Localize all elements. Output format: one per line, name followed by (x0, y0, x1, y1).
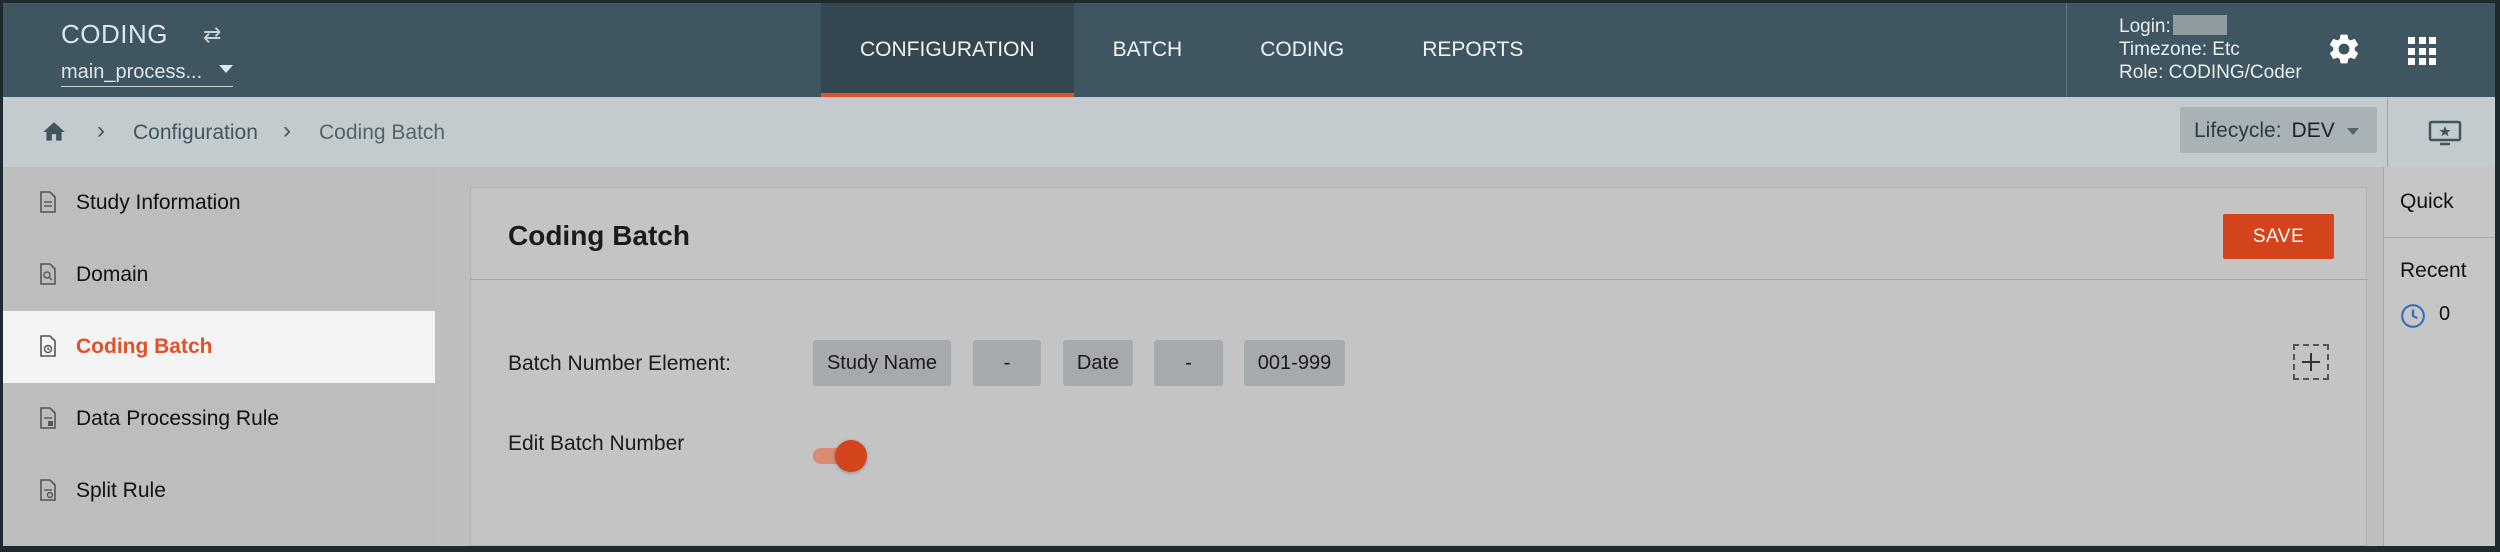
main-nav: CONFIGURATION BATCH CODING REPORTS (821, 3, 1562, 97)
quick-link[interactable]: Quick (2400, 190, 2454, 214)
timezone-text: Timezone: Etc (2119, 39, 2240, 60)
divider (2387, 97, 2388, 167)
lifecycle-label: Lifecycle: (2194, 119, 2282, 142)
sidebar-item-split-rule[interactable]: Split Rule (3, 455, 435, 527)
sidebar-item-label: Split Rule (76, 479, 166, 502)
redacted-login (2172, 15, 2227, 35)
top-bar: CODING ⇄ main_process... CONFIGURATION B… (3, 3, 2495, 97)
main-content: Coding Batch SAVE Batch Number Element: … (435, 167, 2383, 546)
coding-batch-card: Coding Batch SAVE Batch Number Element: … (470, 187, 2368, 546)
save-button[interactable]: SAVE (2223, 214, 2334, 259)
process-selector[interactable]: main_process... (61, 61, 233, 87)
chevron-down-icon (2347, 128, 2359, 135)
login-label: Login: (2119, 16, 2171, 37)
recent-label: Recent (2400, 259, 2467, 282)
app-brand: CODING (61, 19, 168, 49)
divider (2066, 3, 2067, 97)
swap-icon[interactable]: ⇄ (203, 22, 221, 48)
batch-chip-study-name[interactable]: Study Name (813, 340, 951, 386)
divider (2384, 237, 2495, 238)
document-rule-icon (40, 407, 56, 429)
document-split-icon (40, 479, 56, 501)
tab-coding[interactable]: CODING (1221, 3, 1383, 97)
batch-number-label: Batch Number Element: (508, 352, 731, 375)
batch-chip-separator[interactable]: - (973, 340, 1041, 386)
sidebar-item-study-information[interactable]: Study Information (3, 167, 435, 239)
add-element-icon[interactable] (2293, 344, 2329, 380)
lifecycle-selector[interactable]: Lifecycle: DEV (2180, 107, 2377, 153)
breadcrumb-configuration[interactable]: Configuration (133, 121, 258, 145)
app-window: CODING ⇄ main_process... CONFIGURATION B… (3, 3, 2495, 546)
tab-reports[interactable]: REPORTS (1383, 3, 1562, 97)
recent-count: 0 (2439, 303, 2451, 325)
page-title: Coding Batch (508, 220, 690, 251)
sidebar-item-data-processing-rule[interactable]: Data Processing Rule (3, 383, 435, 455)
batch-chip-sequence[interactable]: 001-999 (1244, 340, 1345, 386)
sidebar-item-label: Coding Batch (76, 335, 213, 358)
document-clock-icon (40, 335, 56, 357)
breadcrumb-bar: › Configuration › Coding Batch Lifecycle… (3, 97, 2495, 167)
user-info: Login: Timezone: Etc Role: CODING/Coder (2119, 15, 2302, 84)
sidebar-item-label: Study Information (76, 191, 241, 214)
document-search-icon (40, 263, 56, 285)
process-label: main_process... (61, 61, 203, 83)
batch-chip-separator[interactable]: - (1154, 340, 1223, 386)
toggle-knob (835, 440, 867, 472)
right-panel: Quick Recent 0 (2383, 167, 2495, 546)
sidebar-item-label: Data Processing Rule (76, 407, 280, 430)
edit-batch-number-toggle[interactable] (811, 438, 867, 472)
edit-batch-number-label: Edit Batch Number (508, 432, 685, 455)
divider (471, 279, 2368, 280)
presentation-icon[interactable] (2428, 120, 2462, 146)
chevron-right-icon: › (97, 117, 105, 144)
chevron-right-icon: › (283, 117, 291, 144)
chevron-down-icon (219, 65, 233, 73)
tab-configuration[interactable]: CONFIGURATION (821, 3, 1074, 97)
breadcrumb-current: Coding Batch (319, 121, 446, 144)
lifecycle-value: DEV (2291, 119, 2335, 142)
apps-grid-icon[interactable] (2408, 37, 2436, 65)
home-icon[interactable] (41, 119, 67, 145)
tab-batch[interactable]: BATCH (1074, 3, 1222, 97)
document-icon (40, 191, 56, 213)
batch-chip-date[interactable]: Date (1063, 340, 1133, 386)
gear-icon[interactable] (2326, 31, 2362, 67)
sidebar: Study Information Domain Coding Batch Da… (3, 167, 435, 546)
sidebar-item-label: Domain (76, 263, 149, 286)
role-text: Role: CODING/Coder (2119, 62, 2302, 83)
sidebar-item-coding-batch[interactable]: Coding Batch (3, 311, 435, 383)
sidebar-item-domain[interactable]: Domain (3, 239, 435, 311)
clock-icon[interactable] (2400, 303, 2426, 329)
